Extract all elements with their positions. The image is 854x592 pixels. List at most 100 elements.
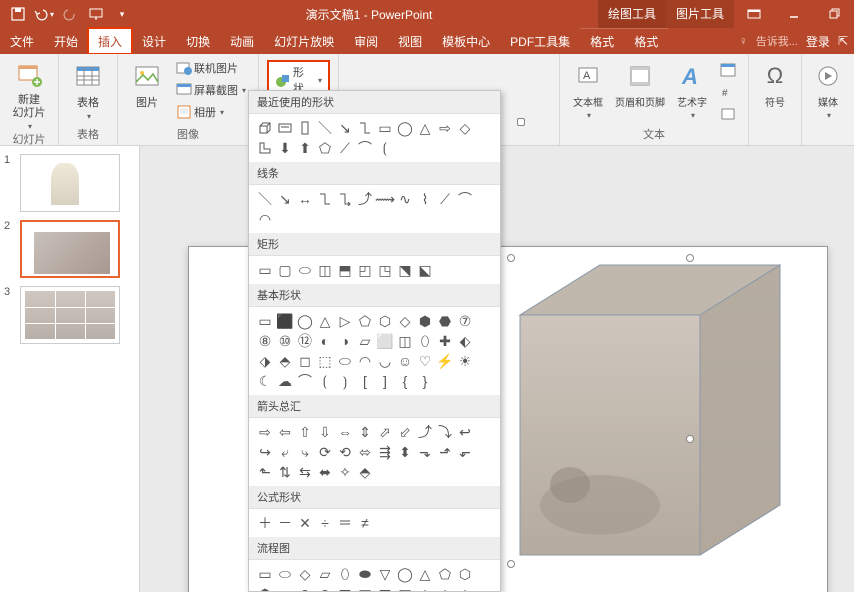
shape-item[interactable]: ⊗ — [315, 584, 335, 592]
shape-line-arrow-icon[interactable]: ↘ — [335, 118, 355, 138]
shape-item[interactable]: ⟯ — [335, 371, 355, 391]
shape-item[interactable]: ✕ — [295, 513, 315, 533]
shape-triangle-icon[interactable]: △ — [415, 118, 435, 138]
shape-item[interactable] — [315, 189, 335, 209]
shape-darrow-icon[interactable]: ⬇ — [275, 138, 295, 158]
shape-item[interactable]: △ — [415, 564, 435, 584]
shape-item[interactable]: ⤴ — [415, 422, 435, 442]
start-slideshow-button[interactable] — [84, 2, 108, 26]
tab-transition[interactable]: 切换 — [176, 28, 220, 54]
shape-item[interactable]: ↩ — [455, 422, 475, 442]
shape-item[interactable]: ⬑ — [255, 462, 275, 482]
online-picture-button[interactable]: 联机图片 — [172, 58, 250, 78]
date-button[interactable] — [716, 60, 740, 80]
shape-item[interactable]: ⟲ — [335, 442, 355, 462]
shape-item[interactable]: ⟋ — [435, 189, 455, 209]
thumb-row[interactable]: 1 — [4, 154, 135, 212]
restore-button[interactable] — [814, 0, 854, 28]
tab-view[interactable]: 视图 — [388, 28, 432, 54]
shape-pentagon-icon[interactable]: ⬠ — [315, 138, 335, 158]
shape-item[interactable]: ▭ — [255, 260, 275, 280]
shape-item[interactable]: ⟳ — [315, 442, 335, 462]
shape-item[interactable]: ⬭ — [275, 564, 295, 584]
tab-insert[interactable]: 插入 — [88, 28, 132, 54]
shape-item[interactable]: ◫ — [395, 331, 415, 351]
shape-item[interactable]: ⬣ — [435, 311, 455, 331]
thumb-3[interactable] — [20, 286, 120, 344]
shape-item[interactable]: ↪ — [255, 442, 275, 462]
shape-item[interactable]: ⬘ — [455, 584, 475, 592]
shape-item[interactable]: ◯ — [395, 564, 415, 584]
shape-item[interactable]: ⇆ — [295, 462, 315, 482]
shape-item[interactable]: ⬘ — [355, 462, 375, 482]
shape-item[interactable]: ◐ — [315, 331, 335, 351]
shape-item[interactable]: ☺ — [395, 351, 415, 371]
shape-item[interactable]: ◇ — [295, 564, 315, 584]
shape-item[interactable]: ⬖ — [415, 584, 435, 592]
shape-textbox-icon[interactable] — [275, 118, 295, 138]
shape-item[interactable]: ⬎ — [415, 442, 435, 462]
shape-item[interactable]: ⬠ — [435, 564, 455, 584]
selection-handle[interactable] — [507, 560, 515, 568]
shape-item[interactable]: } — [415, 371, 435, 391]
shape-vtext-icon[interactable] — [295, 118, 315, 138]
shape-item[interactable]: ◇ — [395, 311, 415, 331]
share-icon[interactable]: ⇱ — [838, 34, 848, 48]
shape-bracket-icon[interactable]: ⟮ — [375, 138, 395, 158]
redo-button[interactable] — [58, 2, 82, 26]
symbol-button[interactable]: Ω 符号 — [757, 58, 793, 109]
shape-item[interactable]: ⬚ — [315, 351, 335, 371]
shape-item[interactable]: ⬐ — [455, 442, 475, 462]
shape-item[interactable]: ⬡ — [455, 564, 475, 584]
shape-item[interactable]: ◑ — [335, 331, 355, 351]
shape-item[interactable]: ⬬ — [355, 564, 375, 584]
shape-line-icon[interactable]: ＼ — [315, 118, 335, 138]
shape-item[interactable]: ＝ — [335, 513, 355, 533]
shape-item[interactable]: ⬀ — [375, 422, 395, 442]
shape-item[interactable]: ✧ — [335, 462, 355, 482]
shape-item[interactable]: ⑩ — [275, 331, 295, 351]
shape-item[interactable]: [ — [355, 371, 375, 391]
shape-item[interactable]: ⬭ — [335, 351, 355, 371]
textbox-button[interactable]: A 文本框▾ — [568, 58, 608, 120]
shape-item[interactable]: ⤴ — [355, 189, 375, 209]
thumb-row[interactable]: 2 — [4, 220, 135, 278]
shape-item[interactable]: ⬏ — [435, 442, 455, 462]
shape-item[interactable]: ↔ — [295, 189, 315, 209]
shape-item[interactable]: ⇦ — [275, 422, 295, 442]
shape-item[interactable]: ⇧ — [295, 422, 315, 442]
thumb-1[interactable] — [20, 154, 120, 212]
login-button[interactable]: 登录 — [806, 33, 830, 50]
tab-slideshow[interactable]: 幻灯片放映 — [264, 28, 344, 54]
shape-rect-icon[interactable]: ▭ — [375, 118, 395, 138]
tab-animation[interactable]: 动画 — [220, 28, 264, 54]
shape-item[interactable]: ⇩ — [315, 422, 335, 442]
shape-item[interactable]: ▱ — [315, 564, 335, 584]
tab-home[interactable]: 开始 — [44, 28, 88, 54]
header-footer-button[interactable]: 页眉和页脚 — [612, 58, 668, 109]
shape-item[interactable]: ＼ — [255, 189, 275, 209]
shape-item[interactable]: ⬛ — [275, 311, 295, 331]
shape-item[interactable]: ⑫ — [295, 331, 315, 351]
shape-oval-icon[interactable]: ◯ — [395, 118, 415, 138]
tab-file[interactable]: 文件 — [0, 28, 44, 54]
shape-item[interactable]: ⬌ — [315, 462, 335, 482]
shape-item[interactable]: ≠ — [355, 513, 375, 533]
tab-format-pic[interactable]: 格式 — [624, 28, 668, 54]
tab-review[interactable]: 审阅 — [344, 28, 388, 54]
shape-item[interactable]: ⬒ — [335, 584, 355, 592]
shape-item[interactable]: ◠ — [255, 209, 275, 229]
shape-item[interactable]: ÷ — [315, 513, 335, 533]
shape-item[interactable]: { — [395, 371, 415, 391]
save-button[interactable] — [6, 2, 30, 26]
shape-item[interactable]: ⬄ — [355, 442, 375, 462]
selection-handle[interactable] — [517, 118, 525, 126]
shape-item[interactable]: ⬜ — [375, 331, 395, 351]
new-slide-button[interactable]: 新建 幻灯片▾ — [8, 58, 50, 131]
shape-item[interactable]: ⟮ — [315, 371, 335, 391]
shape-item[interactable]: ▽ — [375, 564, 395, 584]
table-button[interactable]: 表格▾ — [67, 58, 109, 121]
shape-item[interactable]: ▭ — [255, 564, 275, 584]
screenshot-button[interactable]: 屏幕截图▾ — [172, 80, 250, 100]
shape-item[interactable]: ☀ — [455, 351, 475, 371]
